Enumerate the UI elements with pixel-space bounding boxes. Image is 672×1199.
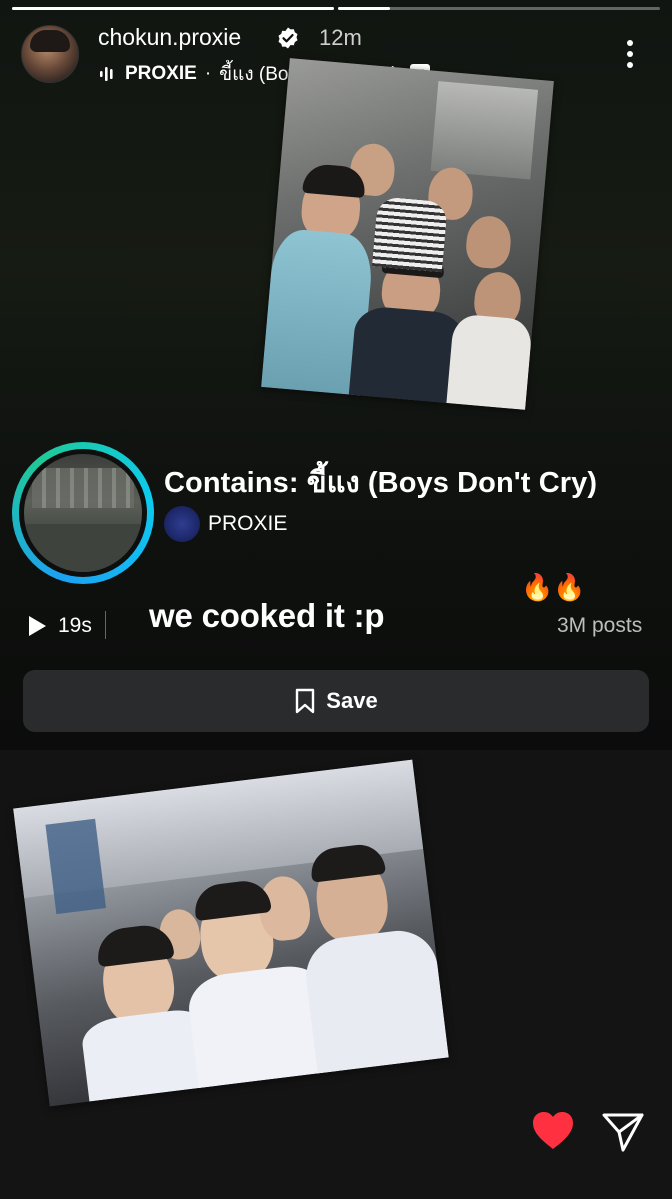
duration-label: 19s <box>58 614 92 637</box>
username[interactable]: chokun.proxie <box>98 24 241 51</box>
posts-count: 3M posts <box>557 614 643 637</box>
artist-name: PROXIE <box>208 512 288 535</box>
play-icon <box>29 616 46 636</box>
save-button[interactable]: Save <box>23 670 649 732</box>
music-artist-row[interactable]: PROXIE <box>164 506 287 542</box>
fire-emoji: 🔥🔥 <box>521 572 586 602</box>
classroom-group-photo <box>13 759 449 1107</box>
artist-logo-icon <box>164 506 200 542</box>
post-time: 12m <box>319 25 362 50</box>
story-progress-fill-2 <box>338 7 390 10</box>
play-duration[interactable]: 19s <box>26 612 92 640</box>
album-art[interactable] <box>24 454 142 572</box>
meta-divider <box>105 611 106 639</box>
story-progress-segment-1 <box>12 7 334 10</box>
verified-badge-icon <box>278 27 298 49</box>
send-icon[interactable] <box>601 1110 645 1154</box>
audio-bars-icon <box>100 67 113 81</box>
story-caption: we cooked it :p <box>149 597 385 634</box>
music-contains-title[interactable]: Contains: ขี้แง (Boys Don't Cry) <box>164 459 597 505</box>
music-artist: PROXIE <box>125 63 197 84</box>
elevator-group-photo <box>261 58 554 410</box>
music-separator: · <box>204 63 212 84</box>
profile-avatar[interactable] <box>21 25 79 83</box>
save-label: Save <box>326 688 378 713</box>
story-progress-fill-1 <box>12 7 334 10</box>
story-progress-segment-2 <box>338 7 660 10</box>
bookmark-icon <box>296 688 315 714</box>
heart-icon[interactable] <box>532 1111 574 1151</box>
more-vertical-icon[interactable] <box>616 38 644 70</box>
